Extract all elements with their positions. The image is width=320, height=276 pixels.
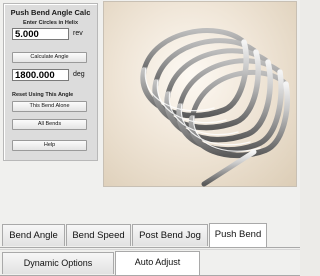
angle-input[interactable] <box>12 69 69 81</box>
push-bend-app: Push Bend Angle Calc Enter Circles in He… <box>0 0 300 276</box>
circles-label: Enter Circles in Helix <box>22 20 79 26</box>
panel-title: Push Bend Angle Calc <box>10 8 91 17</box>
tab-post-bend-jog[interactable]: Post Bend Jog <box>132 224 208 246</box>
circles-unit-label: rev <box>73 30 83 37</box>
tab-bend-speed[interactable]: Bend Speed <box>66 224 131 246</box>
all-bends-button[interactable]: All Bends <box>12 119 87 130</box>
helix-spring-icon <box>140 28 290 187</box>
tab-bend-angle[interactable]: Bend Angle <box>2 224 65 246</box>
tab-push-bend[interactable]: Push Bend <box>209 223 267 247</box>
bend-tabs-row: Bend Angle Bend Speed Post Bend Jog Push… <box>0 222 300 248</box>
tab-row-divider <box>0 247 300 248</box>
push-bend-angle-calc-panel: Push Bend Angle Calc Enter Circles in He… <box>3 3 98 161</box>
this-bend-alone-button[interactable]: This Bend Alone <box>12 101 87 112</box>
calculate-angle-button[interactable]: Calculate Angle <box>12 52 87 63</box>
helix-preview-viewport <box>103 1 297 187</box>
reset-label: Reset Using This Angle <box>12 92 74 98</box>
tab-dynamic-options[interactable]: Dynamic Options <box>2 252 114 274</box>
angle-unit-label: deg <box>73 71 85 78</box>
tab-auto-adjust[interactable]: Auto Adjust <box>115 251 200 275</box>
circles-input[interactable] <box>12 28 69 40</box>
help-button[interactable]: Help <box>12 140 87 151</box>
options-tabs-row: Dynamic Options Auto Adjust <box>0 249 300 276</box>
